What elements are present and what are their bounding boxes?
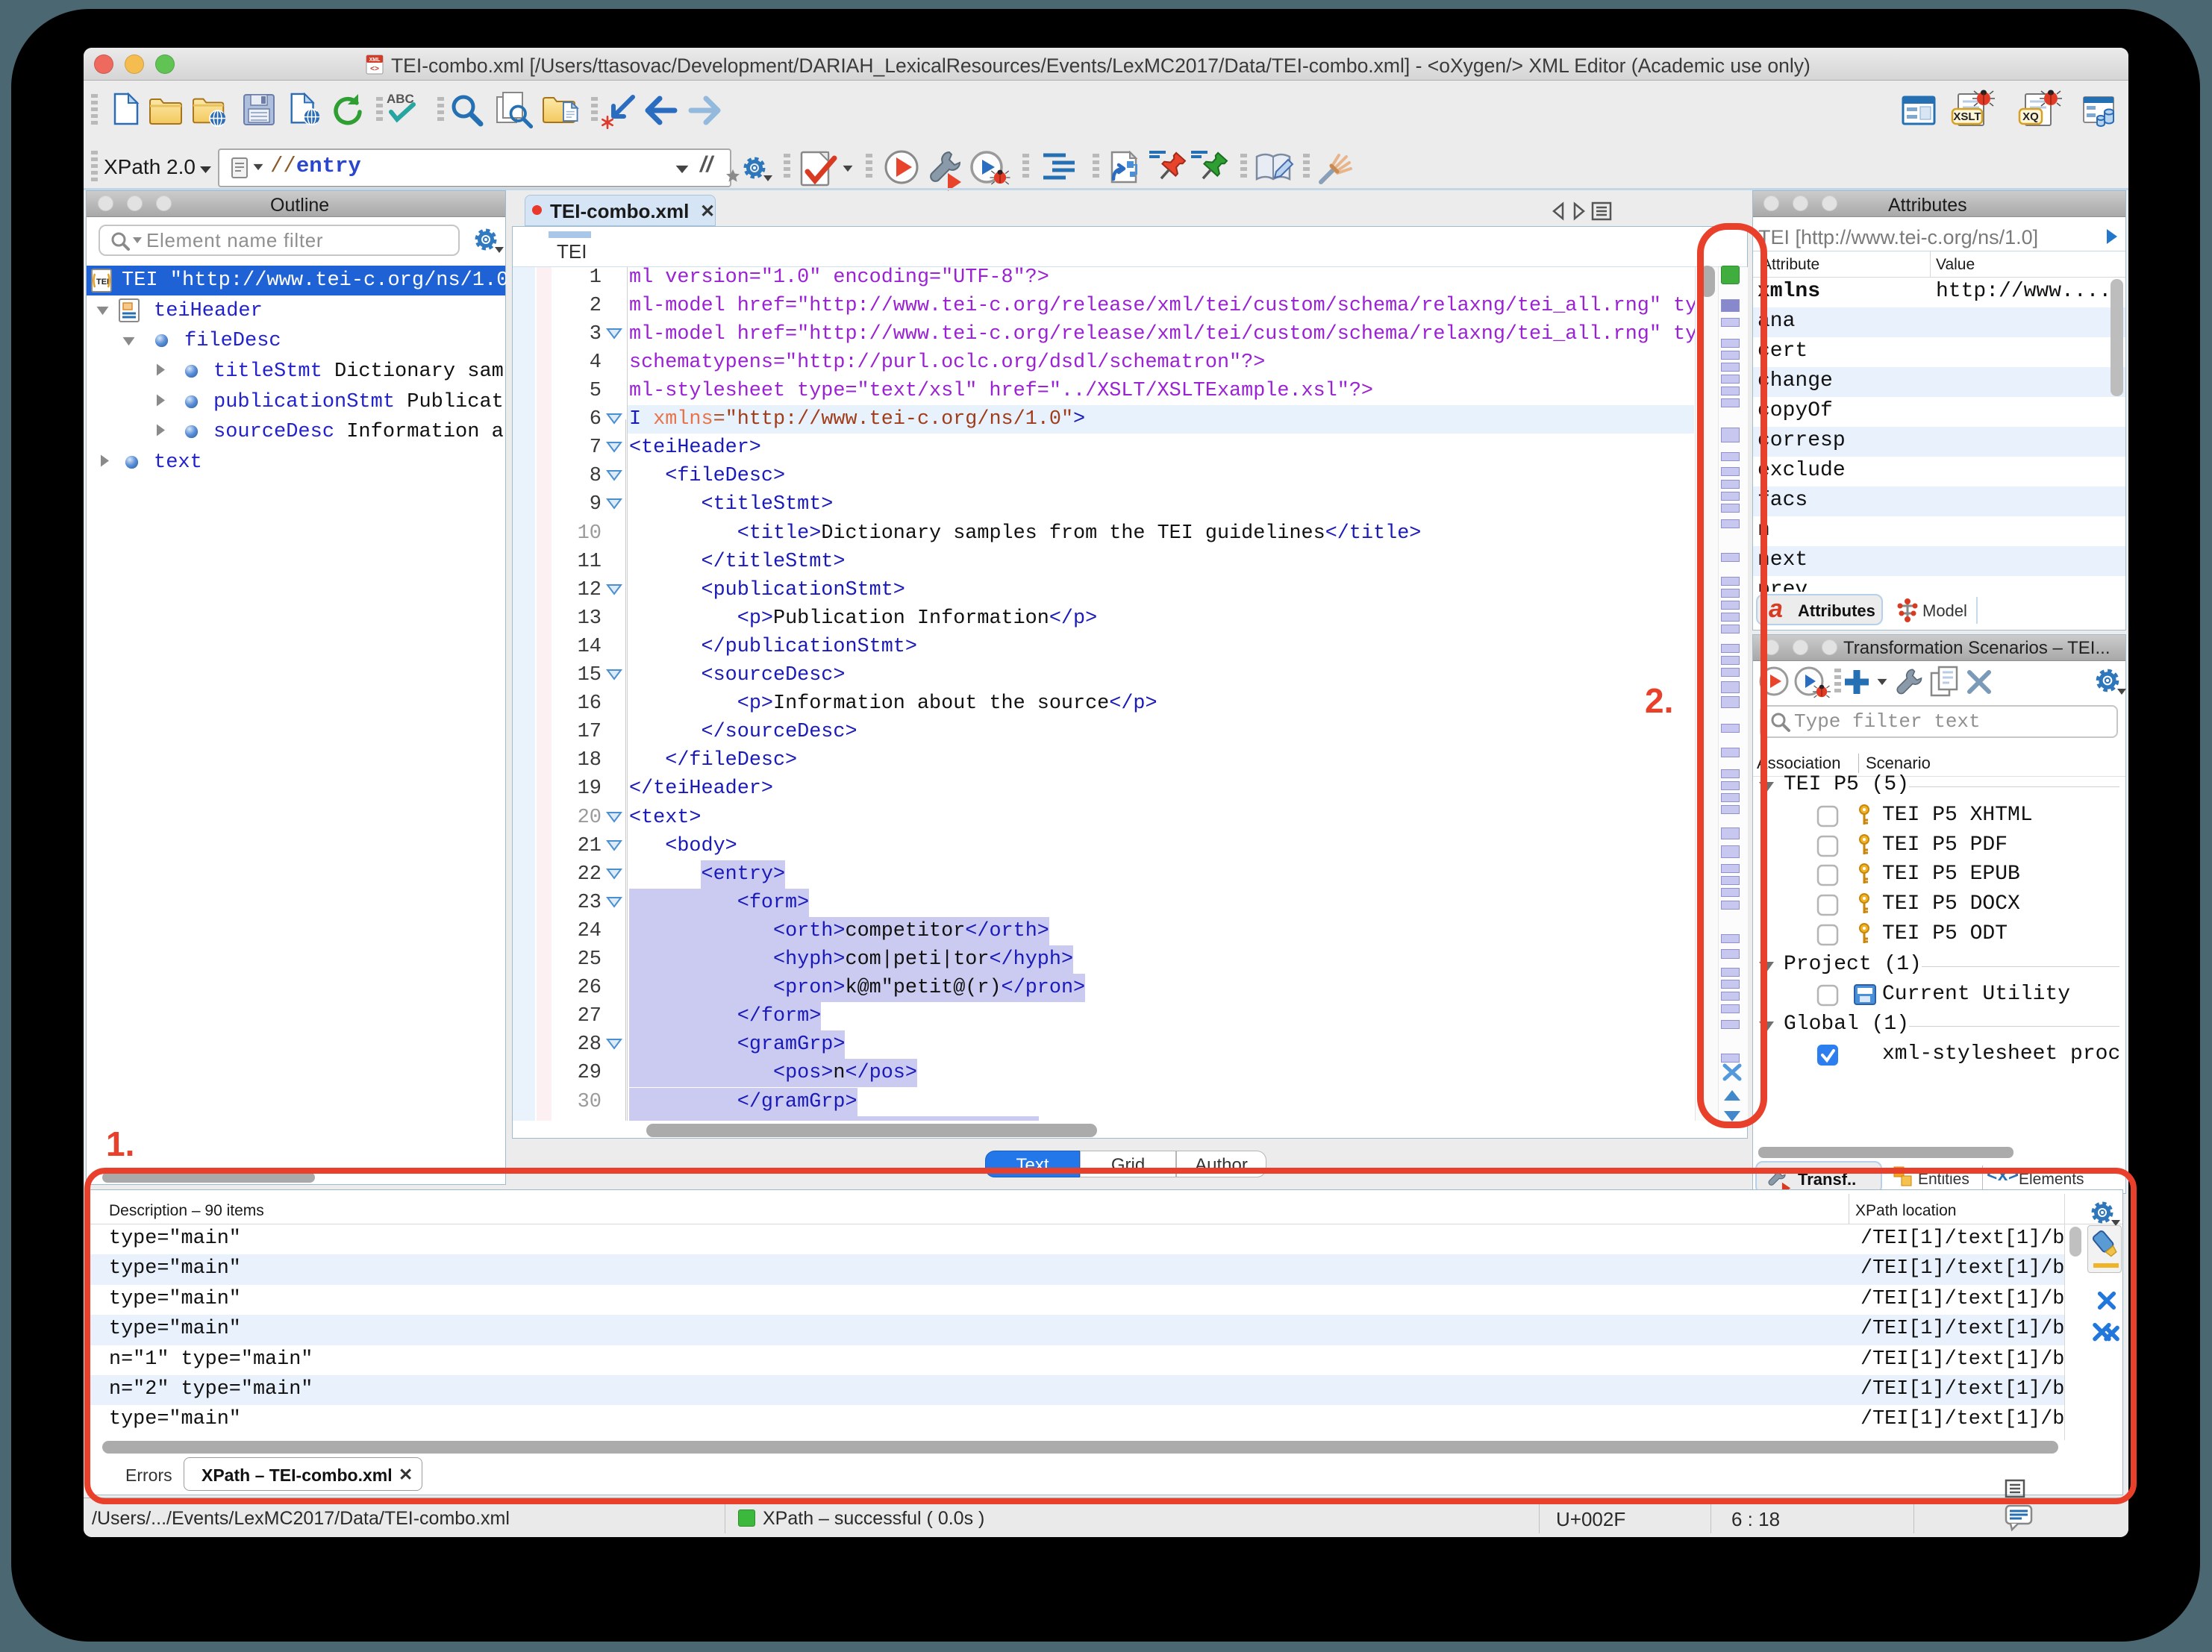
svg-text:XQ: XQ xyxy=(2022,110,2039,123)
svg-text:TEI: TEI xyxy=(96,278,109,287)
svg-text:XSLT: XSLT xyxy=(1953,110,1981,123)
svg-text:XML: XML xyxy=(369,57,381,63)
svg-text:ABC: ABC xyxy=(387,92,414,106)
svg-text:<>: <> xyxy=(370,66,379,74)
